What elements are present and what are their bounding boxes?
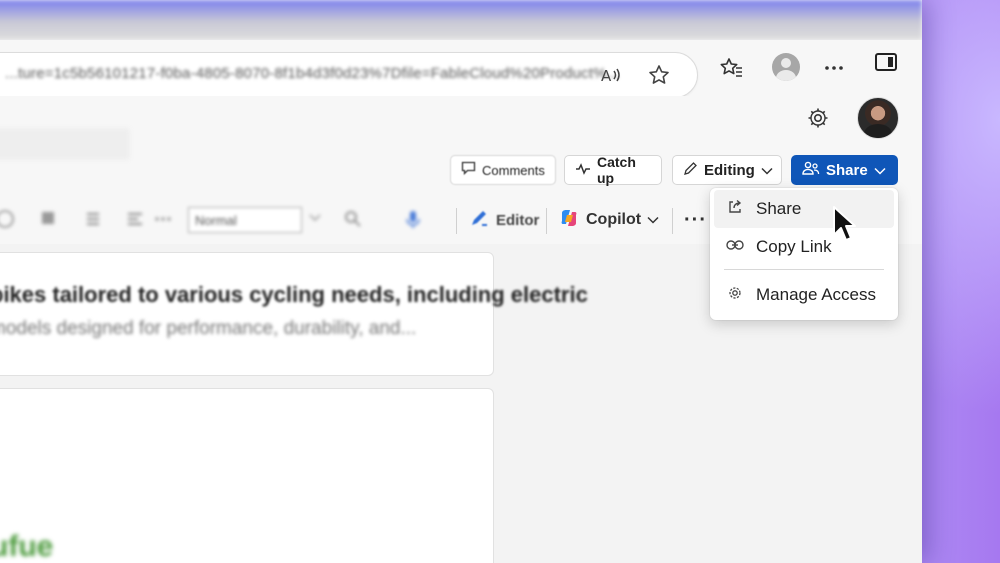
paragraph-style-select[interactable]: Normal <box>188 207 302 233</box>
user-avatar[interactable] <box>857 97 899 139</box>
ribbon-more-button[interactable]: ··· <box>684 206 707 234</box>
more-format-icon[interactable] <box>152 208 174 234</box>
share-icon <box>726 199 744 220</box>
paint-icon[interactable] <box>38 208 60 234</box>
menu-divider <box>724 269 884 270</box>
gear-icon <box>726 285 744 306</box>
mouse-cursor-icon <box>832 205 858 243</box>
menu-item-manage-access[interactable]: Manage Access <box>714 276 894 314</box>
comment-icon <box>461 161 476 179</box>
comments-label: Comments <box>482 162 545 178</box>
format-icon[interactable] <box>0 208 16 234</box>
people-icon <box>802 161 820 179</box>
document-text-line: bikes tailored to various cycling needs,… <box>0 282 588 307</box>
comments-button[interactable]: Comments <box>450 155 556 185</box>
chevron-down-icon <box>647 211 659 229</box>
svg-text:A: A <box>601 67 612 85</box>
ribbon-separator <box>672 208 673 234</box>
menu-item-label: Copy Link <box>756 237 832 256</box>
browser-window: ✕ ...ture=1c5b56101217-f0ba-4805-8070-8f… <box>0 0 922 563</box>
read-aloud-icon[interactable]: A <box>599 63 623 87</box>
more-icon[interactable] <box>819 55 849 85</box>
align-icon[interactable] <box>124 208 146 234</box>
ribbon-separator <box>546 208 547 234</box>
share-dropdown-menu: Share Copy Link Manage Access <box>710 188 898 320</box>
find-icon[interactable] <box>342 208 364 234</box>
copilot-button[interactable]: Copilot <box>558 206 659 234</box>
catch-up-button[interactable]: Catch up <box>564 154 662 186</box>
list-icon[interactable] <box>82 208 104 234</box>
url-text: ...ture=1c5b56101217-f0ba-4805-8070-8f1b… <box>5 65 620 82</box>
editing-mode-button[interactable]: Editing <box>672 155 782 185</box>
favorites-icon[interactable] <box>717 55 747 85</box>
menu-item-share[interactable]: Share <box>714 190 894 228</box>
editor-button[interactable]: Editor <box>468 206 539 234</box>
document-card <box>0 388 494 563</box>
dictate-microphone-icon[interactable] <box>402 208 424 234</box>
ribbon-separator <box>456 208 457 234</box>
address-bar[interactable]: ...ture=1c5b56101217-f0ba-4805-8070-8f1b… <box>0 52 698 98</box>
editor-label: Editor <box>496 211 540 229</box>
chevron-down-icon <box>874 162 886 179</box>
document-heading: ufue <box>0 530 54 563</box>
tab-strip <box>0 0 922 40</box>
profile-icon[interactable] <box>772 53 800 81</box>
editing-label: Editing <box>704 161 755 179</box>
pencil-icon <box>683 161 698 180</box>
menu-item-label: Share <box>756 199 802 218</box>
chevron-down-icon <box>761 162 773 179</box>
settings-gear-icon[interactable] <box>805 106 831 132</box>
document-card <box>0 252 494 376</box>
share-button[interactable]: Share <box>791 155 898 185</box>
chevron-down-icon[interactable] <box>308 208 322 234</box>
catch-up-label: Catch up <box>597 154 636 186</box>
link-icon <box>726 238 744 256</box>
side-panel-icon[interactable] <box>875 53 897 71</box>
document-text-line: models designed for performance, durabil… <box>0 318 417 339</box>
title-field[interactable] <box>0 128 130 160</box>
share-label: Share <box>826 161 868 179</box>
copilot-label: Copilot <box>586 211 642 228</box>
menu-item-label: Manage Access <box>756 285 877 304</box>
menu-item-copy-link[interactable]: Copy Link <box>714 228 894 266</box>
pulse-icon <box>575 162 591 179</box>
favorite-star-icon[interactable] <box>647 63 671 87</box>
copilot-icon <box>558 207 580 234</box>
editor-pen-icon <box>468 207 490 234</box>
